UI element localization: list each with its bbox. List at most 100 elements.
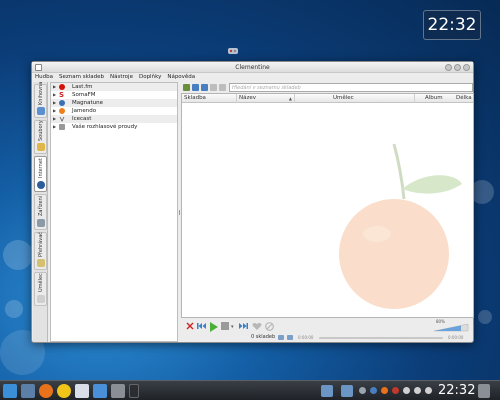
system-settings-icon[interactable] xyxy=(111,384,125,398)
expand-arrow-icon[interactable]: ▶ xyxy=(53,123,56,131)
seek-slider[interactable] xyxy=(319,337,443,339)
tree-item-radio-streams[interactable]: ▶ Vaše rozhlasové proudy xyxy=(51,123,177,131)
task-clementine-icon[interactable] xyxy=(129,384,139,398)
menu-music[interactable]: Hudba xyxy=(35,73,53,82)
column-length-label: Délka xyxy=(456,95,472,101)
tray-battery-icon[interactable] xyxy=(414,387,421,394)
expand-arrow-icon[interactable]: ▶ xyxy=(53,107,56,115)
tab-files[interactable]: Soubory xyxy=(34,120,47,154)
tray-clipboard-icon[interactable] xyxy=(359,387,366,394)
column-album-label: Album xyxy=(425,95,443,101)
firefox-icon[interactable] xyxy=(39,384,53,398)
trash-icon[interactable] xyxy=(478,384,490,398)
tray-clementine-icon[interactable] xyxy=(381,387,388,394)
column-length[interactable]: Délka xyxy=(448,94,473,103)
tab-devices[interactable]: Zařízení xyxy=(34,194,47,230)
tab-label: Internet xyxy=(38,158,44,178)
column-track[interactable]: Skladba xyxy=(182,94,237,103)
column-title[interactable]: Název ▲ xyxy=(237,94,295,103)
next-track-button[interactable] xyxy=(237,321,248,331)
tree-item-lastfm[interactable]: ▶ Last.fm xyxy=(51,83,177,91)
shuffle-icon[interactable] xyxy=(278,335,284,340)
expand-arrow-icon[interactable]: ▶ xyxy=(53,91,56,99)
previous-track-button[interactable] xyxy=(196,321,206,331)
tab-library[interactable]: Knihovna xyxy=(34,82,47,118)
tray-volume-icon[interactable] xyxy=(425,387,432,394)
menu-playlist[interactable]: Seznam skladeb xyxy=(59,73,104,82)
tree-item-label: Vaše rozhlasové proudy xyxy=(72,124,138,130)
column-artist-label: Umělec xyxy=(333,95,354,101)
kde-menu-icon[interactable] xyxy=(3,384,17,398)
playlist-toolbar xyxy=(181,82,474,93)
tree-item-jamendo[interactable]: ▶ Jamendo xyxy=(51,107,177,115)
repeat-icon[interactable] xyxy=(287,335,293,340)
side-tab-bar: Knihovna Soubory Internet Zařízení Přehr… xyxy=(33,82,48,342)
playlist-icon xyxy=(37,259,45,267)
pager-desktop-1-icon[interactable] xyxy=(321,385,333,397)
taskbar: 22:32 xyxy=(0,380,500,400)
internet-services-tree: ▶ Last.fm ▶ S SomaFM ▶ Magnatune ▶ Jamen… xyxy=(50,82,178,342)
stop-menu-arrow-icon[interactable]: ▾ xyxy=(230,321,235,331)
maximize-button[interactable] xyxy=(454,64,461,71)
tree-item-label: Jamendo xyxy=(72,108,97,114)
desktop-toolbox-icon[interactable] xyxy=(228,48,238,54)
title-bar[interactable]: Clementine xyxy=(32,62,473,73)
stop-button[interactable] xyxy=(220,321,229,331)
expand-arrow-icon[interactable]: ▶ xyxy=(53,99,56,107)
tab-internet[interactable]: Internet xyxy=(34,156,47,192)
tree-item-icecast[interactable]: ▶ Icecast xyxy=(51,115,177,123)
menu-help[interactable]: Nápověda xyxy=(167,73,195,82)
love-icon[interactable] xyxy=(251,321,262,331)
file-manager-icon[interactable] xyxy=(21,384,35,398)
tray-update-icon[interactable] xyxy=(370,387,377,394)
save-playlist-icon[interactable] xyxy=(201,84,208,91)
jamendo-icon xyxy=(59,108,65,114)
playlist-filter-input[interactable] xyxy=(229,83,473,92)
volume-slider[interactable]: 80% xyxy=(432,319,472,333)
sort-ascending-icon: ▲ xyxy=(288,96,292,101)
expand-arrow-icon[interactable]: ▶ xyxy=(53,83,56,91)
device-icon xyxy=(37,219,45,227)
tray-network-icon[interactable] xyxy=(403,387,410,394)
minimize-button[interactable] xyxy=(445,64,452,71)
column-title-label: Název xyxy=(239,95,257,101)
playlist-table: Skladba Název ▲ Umělec Album Délka xyxy=(181,93,474,318)
tab-label: Umělec xyxy=(38,273,44,293)
somafm-icon: S xyxy=(59,91,65,99)
media-player-icon[interactable] xyxy=(93,384,107,398)
ban-icon[interactable] xyxy=(264,321,274,331)
menu-extras[interactable]: Doplňky xyxy=(139,73,161,82)
play-button[interactable] xyxy=(208,321,218,332)
tab-label: Zařízení xyxy=(38,195,44,217)
tab-player[interactable]: Přehrávač xyxy=(34,232,47,270)
chat-icon[interactable] xyxy=(57,384,71,398)
folder-icon xyxy=(37,143,45,151)
stop-after-icon[interactable] xyxy=(185,321,194,331)
expand-arrow-icon[interactable]: ▶ xyxy=(53,115,56,123)
tab-label: Přehrávač xyxy=(38,231,44,257)
load-playlist-icon[interactable] xyxy=(192,84,199,91)
magnatune-icon xyxy=(59,100,65,106)
pager-desktop-2-icon[interactable] xyxy=(341,385,353,397)
menu-tools[interactable]: Nástroje xyxy=(110,73,133,82)
transport-bar: ▾ 80% xyxy=(181,319,474,333)
tree-item-somafm[interactable]: ▶ S SomaFM xyxy=(51,91,177,99)
undo-icon[interactable] xyxy=(210,84,217,91)
clementine-window: Clementine Hudba Seznam skladeb Nástroje… xyxy=(31,61,474,343)
redo-icon[interactable] xyxy=(219,84,226,91)
tree-item-magnatune[interactable]: ▶ Magnatune xyxy=(51,99,177,107)
menu-bar: Hudba Seznam skladeb Nástroje Doplňky Ná… xyxy=(32,73,473,82)
tree-item-label: Icecast xyxy=(72,116,92,122)
mail-icon[interactable] xyxy=(75,384,89,398)
desktop-clock-widget[interactable]: 22:32 xyxy=(423,10,481,40)
new-playlist-icon[interactable] xyxy=(183,84,190,91)
artist-icon xyxy=(37,295,45,303)
close-button[interactable] xyxy=(463,64,470,71)
tray-notification-icon[interactable] xyxy=(392,387,399,394)
tree-item-label: Magnatune xyxy=(72,100,103,106)
wallpaper-bokeh xyxy=(3,240,33,270)
tab-artist[interactable]: Umělec xyxy=(34,272,47,306)
column-artist[interactable]: Umělec xyxy=(295,94,415,103)
tree-item-label: SomaFM xyxy=(72,92,96,98)
taskbar-clock[interactable]: 22:32 xyxy=(438,383,475,399)
